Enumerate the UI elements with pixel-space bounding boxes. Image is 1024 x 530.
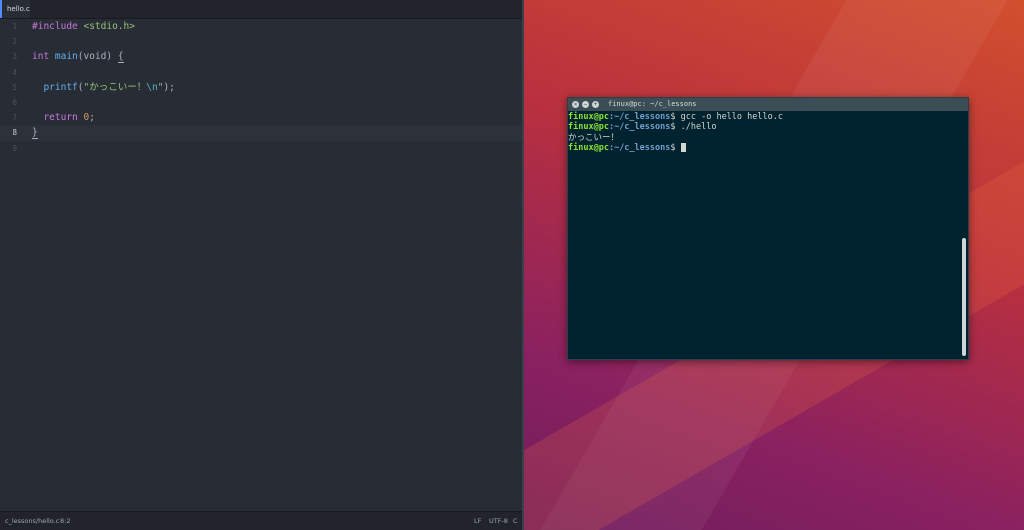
code-line[interactable]: 5 printf("かっこいー！\n"); (0, 80, 522, 95)
semicolon: ; (89, 112, 95, 124)
code-line[interactable]: 2 (0, 34, 522, 49)
line-number: 3 (12, 52, 17, 62)
indent-guide: · (32, 66, 38, 78)
code-editor[interactable]: hello.c 1 #include <stdio.h> 2 3 int mai… (0, 0, 522, 530)
code-area[interactable]: 1 #include <stdio.h> 2 3 int main(void) … (0, 19, 522, 156)
prompt-path: :~/c_lessons (608, 143, 671, 154)
code-line[interactable]: 6 · (0, 95, 522, 110)
prompt-symbol: $ (670, 112, 681, 122)
line-number: 9 (12, 143, 17, 153)
terminal-command: ./hello (680, 122, 717, 133)
status-grammar[interactable]: C (513, 512, 518, 530)
terminal-line: finux@pc:~/c_lessons$ gcc -o hello hello… (568, 112, 960, 122)
include-header: <stdio.h> (77, 21, 135, 32)
status-encoding[interactable]: UTF-8 (489, 512, 508, 530)
minimize-icon[interactable]: – (582, 101, 589, 108)
string-literal: "かっこいー！ (83, 81, 147, 93)
terminal-output-line: かっこいー！ (568, 132, 620, 143)
type-keyword: int (32, 51, 50, 63)
function-params: (void) (77, 51, 118, 63)
open-brace: { (117, 51, 124, 64)
function-call: printf (43, 81, 78, 93)
terminal-command: gcc -o hello hello.c (680, 112, 783, 122)
tab-hello-c[interactable]: hello.c (0, 0, 30, 18)
return-keyword: return (43, 112, 78, 124)
code-line[interactable]: 7 return 0; (0, 110, 522, 125)
line-number: 8 (12, 128, 17, 138)
code-line[interactable]: 1 #include <stdio.h> (0, 19, 522, 34)
terminal-cursor (680, 143, 686, 153)
maximize-icon[interactable]: + (592, 101, 599, 108)
terminal-line: finux@pc:~/c_lessons$ ./hello (568, 122, 960, 132)
escape-sequence: \n (146, 81, 158, 93)
prompt-symbol: $ (670, 122, 681, 133)
terminal-output[interactable]: finux@pc:~/c_lessons$ gcc -o hello hello… (568, 112, 960, 154)
close-brace: } (32, 127, 38, 140)
line-number: 2 (12, 37, 17, 47)
status-line-ending[interactable]: LF (474, 512, 481, 530)
tab-bar: hello.c (0, 0, 522, 19)
line-number: 6 (12, 97, 17, 107)
terminal-scrollbar[interactable] (962, 238, 966, 356)
close-icon[interactable]: × (572, 101, 579, 108)
line-number: 4 (12, 67, 17, 77)
prompt-user: finux@pc (568, 122, 609, 133)
terminal-title: finux@pc: ~/c_lessons (608, 100, 697, 108)
code-line[interactable]: 3 int main(void) { (0, 49, 522, 64)
code-line[interactable]: 9 (0, 141, 522, 156)
terminal-titlebar[interactable]: × – + finux@pc: ~/c_lessons (568, 98, 968, 111)
prompt-user: finux@pc (568, 143, 609, 154)
include-directive: #include (32, 21, 78, 32)
paren-close: ); (163, 81, 175, 93)
terminal-line: finux@pc:~/c_lessons$ (568, 143, 960, 153)
status-file-path[interactable]: c_lessons/hello.c (5, 512, 59, 530)
prompt-path: :~/c_lessons (608, 122, 671, 133)
terminal-window[interactable]: × – + finux@pc: ~/c_lessons finux@pc:~/c… (567, 97, 969, 360)
prompt-path: :~/c_lessons (608, 112, 671, 122)
indent-guide: · (32, 96, 38, 108)
line-number: 7 (12, 113, 17, 123)
prompt-symbol: $ (670, 143, 681, 154)
status-cursor-position[interactable]: 8:2 (60, 512, 70, 530)
code-line[interactable]: 4 · (0, 65, 522, 80)
code-line-current[interactable]: 8 } (0, 125, 522, 141)
line-number: 5 (12, 82, 17, 92)
status-bar: c_lessons/hello.c 8:2 LF UTF-8 C (0, 511, 522, 530)
function-name: main (49, 51, 78, 63)
line-number: 1 (12, 22, 17, 31)
prompt-user: finux@pc (568, 112, 609, 122)
